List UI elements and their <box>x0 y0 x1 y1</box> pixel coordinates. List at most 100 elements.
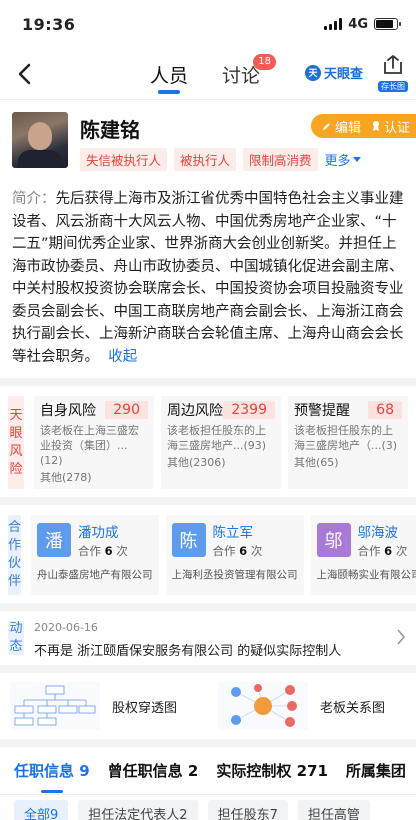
partner-coop-count: 合作 6 次 <box>78 543 128 559</box>
risk-self[interactable]: 自身风险 290 该老板在上海三盛宏业投资（集团）...(12) 其他(278) <box>34 396 154 489</box>
discussion-badge: 18 <box>253 54 277 70</box>
side-char: 伙 <box>8 556 22 571</box>
person-avatar[interactable] <box>12 112 68 168</box>
chip-shareholder[interactable]: 担任股东7 <box>207 799 288 820</box>
status-time: 19:36 <box>22 14 76 34</box>
profile-actions: 编辑 认证 <box>310 114 416 138</box>
tag-dishonest-executee[interactable]: 失信被执行人 <box>80 148 168 171</box>
risk-desc: 该老板担任股东的上海三盛房地产...(93) <box>167 424 267 452</box>
coop-prefix: 合作 <box>357 544 381 558</box>
risk-title: 周边风险 <box>167 403 223 419</box>
status-icons: 4G <box>324 16 401 32</box>
brand-name: 天眼查 <box>324 67 364 82</box>
partner-avatar: 邬 <box>316 523 351 557</box>
risk-side-label: 天眼风险 <box>8 396 24 489</box>
dynamic-side-label: 动态 <box>8 621 24 655</box>
profile-card: 陈建铭 失信被执行人 被执行人 限制高消费 更多 编辑 认证 简介：先后获得上海… <box>0 100 416 378</box>
coop-times: 6 <box>384 544 393 558</box>
partner-coop-count: 合作 6 次 <box>213 543 263 559</box>
chip-all[interactable]: 全部9 <box>14 799 69 820</box>
more-label: 更多 <box>324 154 351 169</box>
partner-card[interactable]: 潘 潘功成 合作 6 次 舟山泰盛房地产有限公司 <box>31 515 159 595</box>
partner-avatar: 陈 <box>171 523 206 557</box>
partner-card[interactable]: 陈 陈立军 合作 6 次 上海利丞投资管理有限公司 <box>165 515 304 595</box>
risk-other: 其他(278) <box>40 471 92 484</box>
tab-current-positions[interactable]: 任职信息 9 <box>14 747 90 794</box>
equity-graph-thumbnail <box>10 682 100 730</box>
graph-shortcuts: 股权穿透图 老板关系图 <box>0 673 416 739</box>
relation-graph-button[interactable]: 老板关系图 <box>208 673 416 739</box>
dynamic-section[interactable]: 动态 2020-06-16 不再是 浙江颐盾保安服务有限公司 的疑似实际控制人 <box>0 611 416 665</box>
side-char: 险 <box>9 461 23 477</box>
share-export-icon <box>384 55 402 74</box>
risk-warning[interactable]: 预警提醒 68 该老板担任股东的上海三盛房地产（...(3) 其他(65) <box>288 396 408 489</box>
side-char: 合 <box>8 520 22 535</box>
info-tabs: 任职信息 9 曾任职信息 2 实际控制权 271 所属集团 <box>0 747 416 795</box>
risk-count: 68 <box>368 401 402 419</box>
tab-discussion[interactable]: 讨论 18 <box>222 48 277 100</box>
tab-people[interactable]: 人员 <box>150 48 188 100</box>
bio-content: 先后获得上海市及浙江省优秀中国特色社会主义事业建设者、风云浙商十大风云人物、中国… <box>12 191 404 365</box>
chip-executive[interactable]: 担任高管 <box>297 799 370 820</box>
nav-tabs: 人员 讨论 18 <box>150 48 277 100</box>
filter-chips: 全部9 担任法定代表人2 担任股东7 担任高管 <box>0 795 416 820</box>
coop-suffix: 次 <box>395 544 408 558</box>
partner-name[interactable]: 潘功成 <box>78 521 128 541</box>
brand-logo: 天 天眼查 <box>305 63 363 82</box>
network-label: 4G <box>348 16 368 32</box>
relation-network-icon <box>231 684 297 727</box>
tab-actual-control[interactable]: 实际控制权 271 <box>216 747 328 794</box>
more-tags-button[interactable]: 更多 <box>325 150 361 169</box>
bio-text: 简介：先后获得上海市及浙江省优秀中国特色社会主义事业建设者、风云浙商十大风云人物… <box>12 188 404 368</box>
chevron-right-icon <box>397 629 406 645</box>
risk-other: 其他(2306) <box>167 456 226 469</box>
signal-icon <box>324 18 343 30</box>
verify-button[interactable]: 认证 <box>371 117 410 136</box>
tab-people-label: 人员 <box>150 64 189 87</box>
status-bar: 19:36 4G <box>0 0 416 48</box>
tag-executee[interactable]: 被执行人 <box>174 148 237 171</box>
verify-label: 认证 <box>383 120 410 136</box>
partner-name[interactable]: 邬海波 <box>358 521 408 541</box>
partner-card[interactable]: 邬 邬海波 合作 6 次 上海颐畅实业有限公司 <box>310 515 416 595</box>
equity-graph-label: 股权穿透图 <box>112 700 178 716</box>
partner-company: 上海颐畅实业有限公司 <box>316 569 416 581</box>
bio-label: 简介： <box>12 191 56 207</box>
risk-section: 天眼风险 自身风险 290 该老板在上海三盛宏业投资（集团）...(12) 其他(… <box>0 386 416 497</box>
risk-surrounding[interactable]: 周边风险 2399 该老板担任股东的上海三盛房地产...(93) 其他(2306) <box>161 396 281 489</box>
battery-icon <box>374 18 401 30</box>
equity-graph-button[interactable]: 股权穿透图 <box>0 673 208 739</box>
back-arrow-icon[interactable] <box>12 60 38 88</box>
coop-suffix: 次 <box>250 544 263 558</box>
side-char: 态 <box>9 639 23 654</box>
partner-company: 上海利丞投资管理有限公司 <box>171 569 298 581</box>
partners-section: 合作伙伴 潘 潘功成 合作 6 次 舟山泰盛房地产有限公司 陈 陈立军 合作 6… <box>0 505 416 603</box>
side-char: 伴 <box>8 574 22 589</box>
coop-prefix: 合作 <box>78 544 102 558</box>
dynamic-text: 不再是 浙江颐盾保安服务有限公司 的疑似实际控制人 <box>34 644 342 659</box>
partner-coop-count: 合作 6 次 <box>358 543 408 559</box>
partner-name[interactable]: 陈立军 <box>213 521 263 541</box>
partner-company: 舟山泰盛房地产有限公司 <box>37 569 153 581</box>
side-char: 动 <box>9 621 23 636</box>
risk-other: 其他(65) <box>294 456 339 469</box>
collapse-link[interactable]: 收起 <box>108 349 137 365</box>
tab-group[interactable]: 所属集团 <box>346 747 406 794</box>
tab-past-positions[interactable]: 曾任职信息 2 <box>108 747 199 794</box>
side-char: 天 <box>9 407 23 423</box>
side-char: 作 <box>8 538 22 553</box>
longshot-button[interactable]: 存长图 <box>378 54 408 92</box>
edit-button[interactable]: 编辑 <box>321 117 361 136</box>
risk-desc: 该老板担任股东的上海三盛房地产（...(3) <box>294 424 398 452</box>
tianyancha-logo-icon: 天 <box>305 64 321 81</box>
coop-suffix: 次 <box>116 544 128 558</box>
risk-tags: 失信被执行人 被执行人 限制高消费 更多 <box>80 148 404 171</box>
risk-count: 2399 <box>223 401 275 419</box>
edit-label: 编辑 <box>334 120 361 136</box>
coop-prefix: 合作 <box>212 544 236 558</box>
tag-consumption-limit[interactable]: 限制高消费 <box>243 148 318 171</box>
partner-avatar: 潘 <box>37 523 72 557</box>
chip-legal-rep[interactable]: 担任法定代表人2 <box>78 799 198 820</box>
partners-side-label: 合作伙伴 <box>8 515 22 595</box>
dynamic-date: 2020-06-16 <box>34 621 98 634</box>
